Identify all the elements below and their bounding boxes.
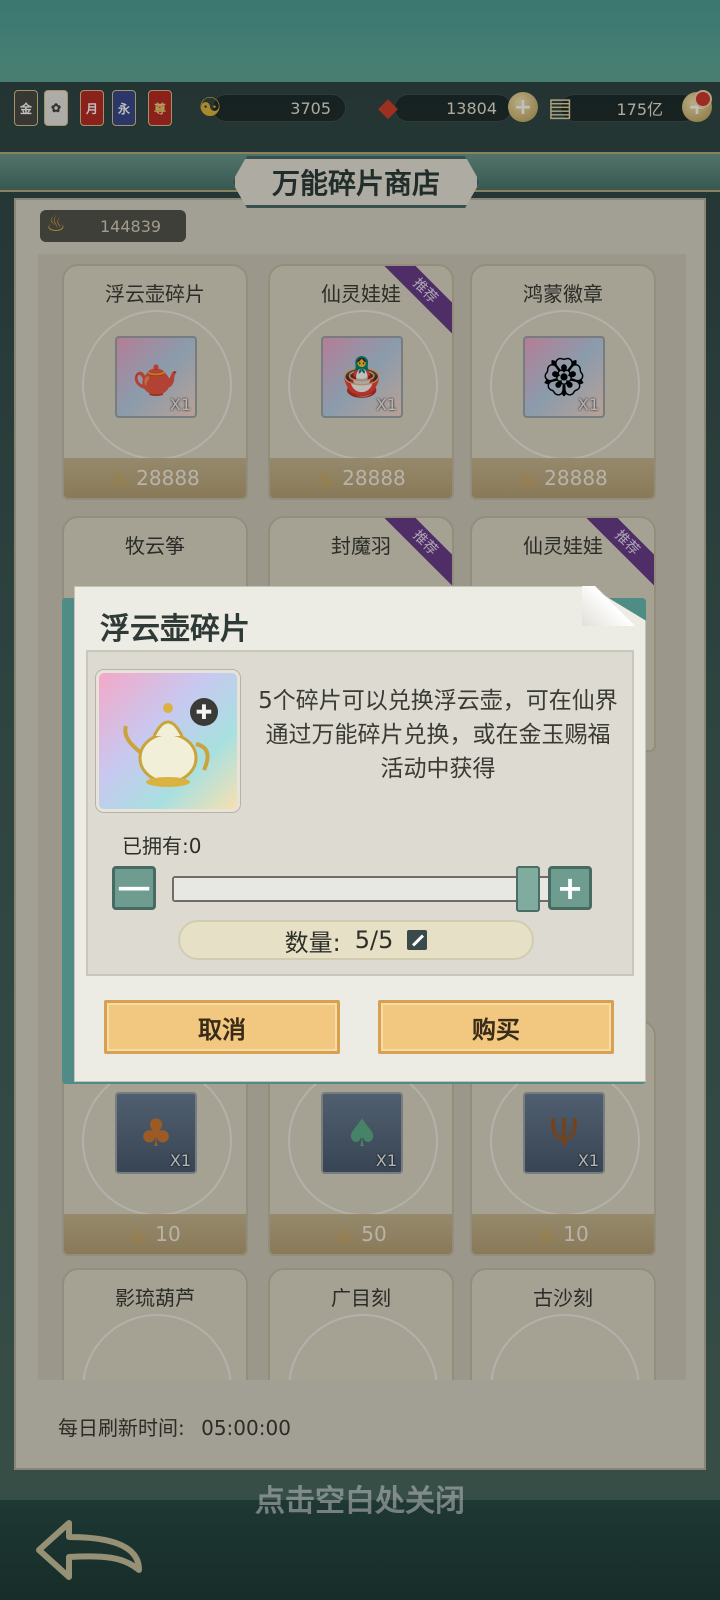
dialog-page-curl	[582, 586, 646, 626]
quantity-value: 5/5	[354, 926, 394, 954]
dialog-title: 浮云壶碎片	[100, 612, 250, 647]
item-description: 5个碎片可以兑换浮云壶，可在仙界通过万能碎片兑换，或在金玉赐福活动中获得	[258, 688, 618, 782]
slider-fill	[174, 878, 550, 900]
quantity-slider[interactable]	[172, 876, 552, 902]
edit-icon[interactable]	[407, 930, 428, 950]
owned-count: 已拥有:0	[122, 834, 202, 858]
quantity-label: 数量:	[284, 928, 341, 957]
cancel-button[interactable]: 取消	[104, 1000, 340, 1054]
fragment-plus-icon: ✚	[190, 698, 218, 726]
quantity-display[interactable]: 数量: 5/5	[178, 920, 534, 960]
buy-button[interactable]: 购买	[378, 1000, 614, 1054]
slider-handle[interactable]	[516, 866, 540, 912]
decrease-quantity-button[interactable]: 一	[112, 866, 156, 910]
dialog-item-icon-frame	[96, 670, 240, 812]
increase-quantity-button[interactable]: +	[548, 866, 592, 910]
